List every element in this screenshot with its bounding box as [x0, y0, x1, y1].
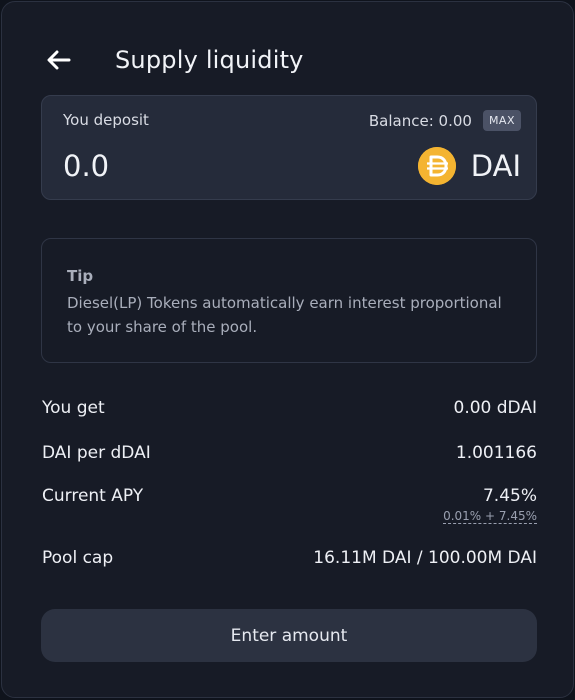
max-button[interactable]: MAX: [482, 110, 521, 131]
header: Supply liquidity: [46, 40, 304, 80]
tip-box: Tip Diesel(LP) Tokens automatically earn…: [41, 238, 537, 363]
balance-row: Balance: 0.00 MAX: [369, 110, 521, 131]
pool-cap-value: 16.11M DAI / 100.00M DAI: [313, 548, 537, 568]
deposit-box: You deposit Balance: 0.00 MAX DAI: [41, 95, 537, 200]
tip-text: Diesel(LP) Tokens automatically earn int…: [67, 294, 502, 336]
apy-value: 7.45%: [482, 486, 537, 506]
you-get-label: You get: [42, 398, 105, 418]
page-title: Supply liquidity: [115, 46, 304, 74]
pool-cap-row: Pool cap 16.11M DAI / 100.00M DAI: [42, 548, 537, 568]
deposit-label: You deposit: [63, 111, 149, 129]
you-get-value: 0.00 dDAI: [453, 398, 537, 418]
arrow-left-icon[interactable]: [46, 47, 72, 73]
balance-text: Balance: 0.00: [368, 111, 472, 130]
rate-value: 1.001166: [455, 443, 537, 463]
rate-label: DAI per dDAI: [42, 443, 151, 463]
you-get-row: You get 0.00 dDAI: [42, 398, 537, 418]
token-symbol: DAI: [470, 149, 521, 183]
dai-icon: [417, 147, 456, 185]
amount-input[interactable]: [63, 146, 343, 186]
tip-title: Tip: [67, 267, 94, 285]
token-selector[interactable]: DAI: [417, 147, 521, 185]
apy-breakdown[interactable]: 0.01% + 7.45%: [443, 509, 537, 524]
supply-liquidity-panel: Supply liquidity You deposit Balance: 0.…: [1, 1, 574, 698]
enter-amount-button[interactable]: Enter amount: [41, 609, 537, 662]
rate-row: DAI per dDAI 1.001166: [42, 443, 537, 463]
pool-cap-label: Pool cap: [42, 548, 114, 568]
apy-values: 7.45% 0.01% + 7.45%: [443, 486, 537, 524]
apy-label: Current APY: [42, 486, 144, 506]
apy-row: Current APY 7.45% 0.01% + 7.45%: [42, 486, 537, 524]
